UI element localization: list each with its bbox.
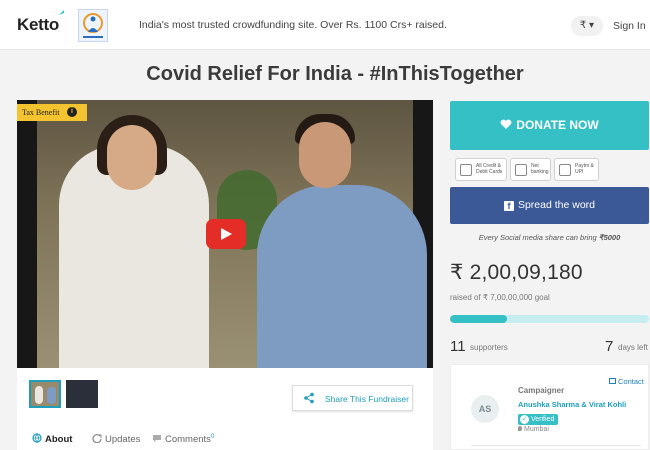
- tab-about[interactable]: About: [32, 433, 72, 445]
- payment-methods: All Credit & Debit Cards Net banking Pay…: [450, 158, 649, 181]
- verified-badge: ✓ Verified: [518, 414, 559, 425]
- play-icon[interactable]: [206, 219, 246, 249]
- partner-logo: [78, 9, 108, 42]
- pin-icon: [518, 426, 522, 431]
- days-left-count: 7: [605, 338, 614, 355]
- video-face-left: [107, 125, 157, 190]
- fundraiser-video[interactable]: Tax Benefit i: [17, 100, 433, 368]
- comment-icon: [152, 433, 162, 443]
- donate-label: DONATE NOW: [516, 118, 599, 132]
- top-header: Ketto India's most trusted crowdfunding …: [0, 0, 650, 50]
- media-panel: Tax Benefit i Share This Fundraiser Abou…: [17, 100, 433, 450]
- payment-upi-label: Paytm & UPI: [575, 163, 594, 175]
- spread-label: Spread the word: [517, 199, 596, 211]
- payment-netbanking-label: Net banking: [531, 163, 549, 175]
- tab-updates[interactable]: Updates: [92, 433, 140, 445]
- goal-line: raised of ₹ 7,00,00,000 goal: [450, 293, 550, 302]
- comment-count: 0: [210, 433, 215, 440]
- logo-text: Ketto: [17, 15, 59, 34]
- social-share-note: Every Social media share can bring ₹5000: [450, 233, 649, 242]
- supporters-label[interactable]: supporters: [470, 343, 508, 352]
- tab-comments[interactable]: Comments0: [152, 433, 214, 445]
- share-label: Share This Fundraiser: [325, 394, 409, 404]
- media-thumbnail-2[interactable]: [66, 380, 98, 408]
- logo-accent-icon: [58, 9, 65, 16]
- globe-icon: [32, 433, 42, 443]
- media-thumbnail-1[interactable]: [29, 380, 61, 408]
- sign-in-link[interactable]: Sign In: [613, 20, 646, 32]
- social-note-prefix: Every Social media share can bring: [478, 233, 599, 242]
- bank-icon: [515, 164, 527, 176]
- refresh-icon: [92, 433, 102, 444]
- info-icon[interactable]: i: [67, 107, 77, 117]
- check-icon: ✓: [520, 415, 529, 424]
- facebook-icon: f: [503, 201, 514, 211]
- campaigner-city: Mumbai: [518, 426, 549, 433]
- raised-amount: ₹ 2,00,09,180: [450, 261, 583, 284]
- city-label: Mumbai: [524, 426, 549, 433]
- mail-icon: [609, 378, 616, 384]
- page-title: Covid Relief For India - #InThisTogether: [146, 63, 524, 85]
- campaigner-avatar: AS: [471, 395, 499, 423]
- campaigner-card: AS Campaigner Contact Anushka Sharma & V…: [450, 364, 649, 450]
- campaigner-label: Campaigner: [518, 386, 565, 395]
- ketto-logo[interactable]: Ketto: [17, 10, 64, 35]
- share-fundraiser-button[interactable]: Share This Fundraiser: [292, 385, 413, 411]
- video-face-right: [299, 122, 351, 188]
- tab-comments-label: Comments: [165, 434, 211, 445]
- social-note-amount: ₹5000: [598, 233, 621, 242]
- video-person-right: [257, 185, 427, 368]
- card-icon: [460, 164, 472, 176]
- heart-icon: [500, 101, 512, 150]
- currency-selector[interactable]: ₹ ▾: [571, 16, 603, 36]
- contact-link[interactable]: Contact: [609, 377, 644, 386]
- progress-bar: [450, 315, 649, 323]
- progress-fill: [450, 315, 507, 323]
- tab-about-label: About: [45, 434, 73, 445]
- tax-benefit-label: Tax Benefit: [22, 108, 60, 117]
- payment-netbanking: Net banking: [510, 158, 551, 181]
- tab-updates-label: Updates: [105, 434, 141, 445]
- payment-cards: All Credit & Debit Cards: [455, 158, 507, 181]
- days-left-label: days left: [618, 343, 648, 352]
- upi-icon: [559, 164, 571, 176]
- share-icon: [303, 392, 315, 404]
- payment-upi: Paytm & UPI: [554, 158, 599, 181]
- supporters-count: 11: [450, 338, 466, 355]
- contact-label: Contact: [618, 377, 644, 386]
- goal-amount: ₹ 7,00,00,000: [482, 293, 533, 302]
- spread-the-word-button[interactable]: f Spread the word: [450, 187, 649, 224]
- donate-now-button[interactable]: DONATE NOW: [450, 101, 649, 150]
- tax-benefit-badge[interactable]: Tax Benefit i: [17, 104, 87, 121]
- campaigner-name[interactable]: Anushka Sharma & Virat Kohli: [518, 400, 626, 409]
- card-divider: [471, 445, 641, 446]
- goal-prefix: raised of: [450, 293, 483, 302]
- verified-label: Verified: [531, 416, 555, 423]
- payment-cards-label: All Credit & Debit Cards: [476, 163, 503, 175]
- fundraiser-stats: 11 supporters 7 days left: [450, 338, 649, 356]
- goal-suffix: goal: [532, 293, 550, 302]
- site-tagline: India's most trusted crowdfunding site. …: [139, 19, 447, 31]
